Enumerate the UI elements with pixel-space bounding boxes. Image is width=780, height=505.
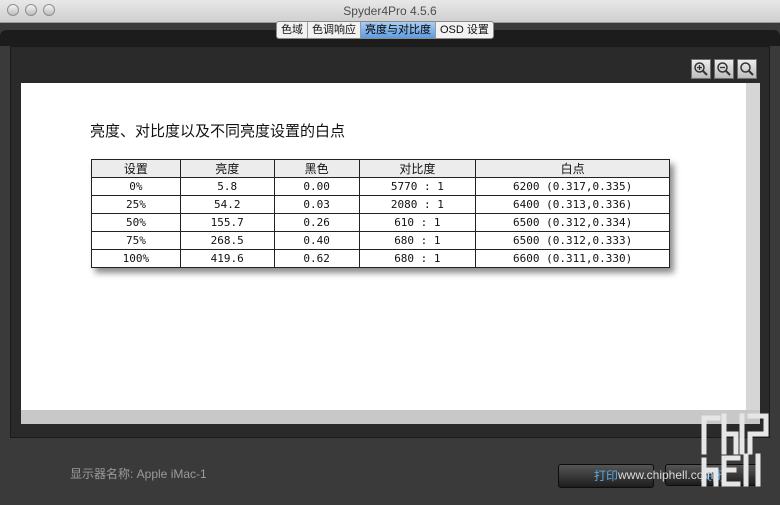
column-header: 黑色	[273, 159, 360, 178]
table-cell: 75%	[91, 231, 181, 250]
table-row: 0% 5.8 0.00 5770 : 1 6200 (0.317,0.335)	[91, 177, 670, 196]
window-title: Spyder4Pro 4.5.6	[343, 4, 437, 18]
zoom-out-icon	[717, 62, 731, 76]
table-cell: 5770 : 1	[358, 177, 477, 196]
table-cell: 6500 (0.312,0.334)	[475, 213, 670, 232]
zoom-fit-button[interactable]	[737, 59, 757, 79]
table-cell: 680 : 1	[358, 231, 477, 250]
zoom-in-icon	[694, 62, 708, 76]
table-cell: 155.7	[179, 213, 275, 232]
table-cell: 5.8	[179, 177, 275, 196]
tab-osd-settings[interactable]: OSD 设置	[436, 22, 493, 38]
column-header: 白点	[475, 159, 670, 178]
table-cell: 0.00	[273, 177, 360, 196]
zoom-fit-icon	[740, 62, 754, 76]
display-name-label: 显示器名称: Apple iMac-1	[70, 467, 207, 481]
brightness-table: 设置 亮度 黑色 对比度 白点 0% 5.8 0.00 5770 : 1 620…	[91, 159, 670, 268]
table-row: 25% 54.2 0.03 2080 : 1 6400 (0.313,0.336…	[91, 195, 670, 214]
table-cell: 6500 (0.312,0.333)	[475, 231, 670, 250]
table-cell: 100%	[91, 249, 181, 268]
tab-bar: 色域 色调响应 亮度与对比度 OSD 设置	[276, 21, 494, 39]
table-cell: 419.6	[179, 249, 275, 268]
table-cell: 0.03	[273, 195, 360, 214]
title-bar: Spyder4Pro 4.5.6	[0, 0, 780, 23]
chiphell-logo	[701, 413, 769, 487]
horizontal-scrollbar[interactable]	[21, 410, 760, 424]
tab-gamut[interactable]: 色域	[277, 22, 308, 38]
table-row: 75% 268.5 0.40 680 : 1 6500 (0.312,0.333…	[91, 231, 670, 250]
table-cell: 0.62	[273, 249, 360, 268]
table-cell: 6400 (0.313,0.336)	[475, 195, 670, 214]
table-cell: 6600 (0.311,0.330)	[475, 249, 670, 268]
table-cell: 50%	[91, 213, 181, 232]
table-cell: 680 : 1	[358, 249, 477, 268]
table-cell: 54.2	[179, 195, 275, 214]
table-cell: 268.5	[179, 231, 275, 250]
column-header: 对比度	[358, 159, 477, 178]
zoom-in-button[interactable]	[691, 59, 711, 79]
table-header-row: 设置 亮度 黑色 对比度 白点	[91, 159, 670, 178]
zoom-out-button[interactable]	[714, 59, 734, 79]
table-row: 100% 419.6 0.62 680 : 1 6600 (0.311,0.33…	[91, 249, 670, 268]
table-row: 50% 155.7 0.26 610 : 1 6500 (0.312,0.334…	[91, 213, 670, 232]
tab-brightness-contrast[interactable]: 亮度与对比度	[361, 22, 436, 38]
table-cell: 6200 (0.317,0.335)	[475, 177, 670, 196]
table-cell: 0.26	[273, 213, 360, 232]
report-heading: 亮度、对比度以及不同亮度设置的白点	[90, 123, 346, 140]
table-cell: 25%	[91, 195, 181, 214]
table-cell: 2080 : 1	[358, 195, 477, 214]
column-header: 亮度	[179, 159, 275, 178]
column-header: 设置	[91, 159, 181, 178]
table-cell: 0.40	[273, 231, 360, 250]
table-cell: 0%	[91, 177, 181, 196]
table-cell: 610 : 1	[358, 213, 477, 232]
vertical-scrollbar[interactable]	[746, 83, 760, 410]
tab-tone-response[interactable]: 色调响应	[308, 22, 361, 38]
